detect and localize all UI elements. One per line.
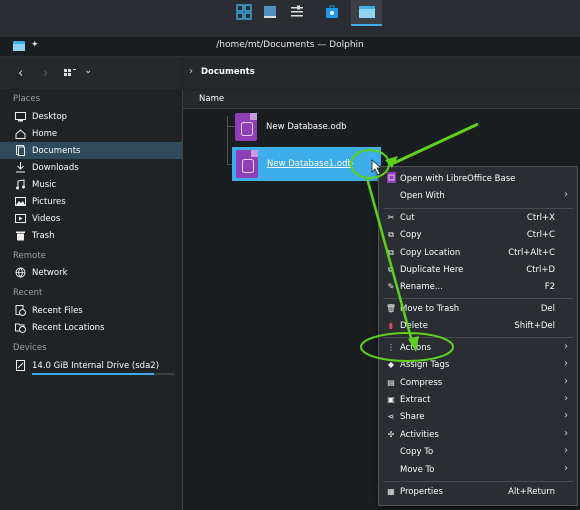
- annotation-circle: [360, 332, 454, 362]
- annotation-circle: [350, 149, 390, 179]
- annotation-arrowhead: [408, 336, 419, 352]
- mouse-cursor-icon: [371, 159, 382, 176]
- annotation-arrow: [365, 177, 415, 346]
- annotation-arrow: [393, 122, 479, 165]
- annotation-overlay: [350, 122, 479, 362]
